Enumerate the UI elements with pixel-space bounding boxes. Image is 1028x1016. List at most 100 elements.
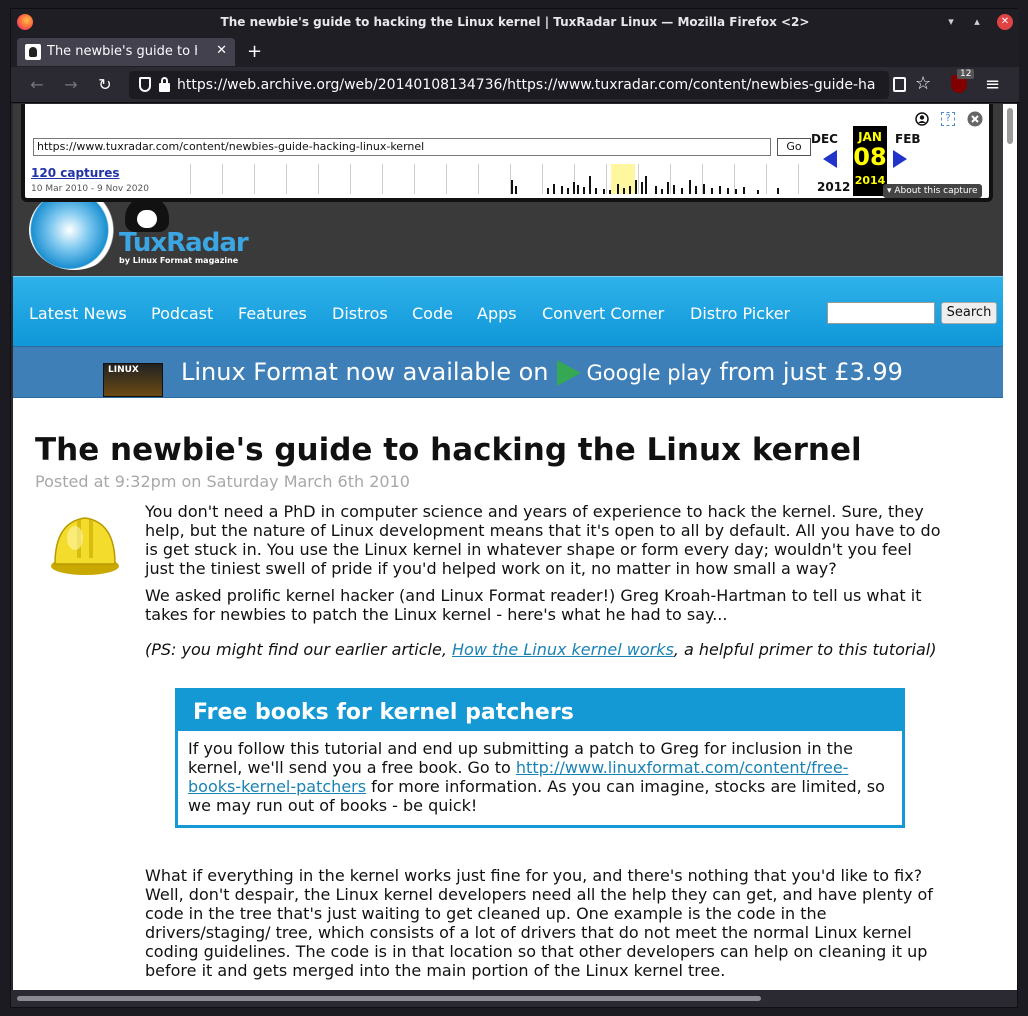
hamburger-menu-icon[interactable]: ≡ bbox=[985, 74, 1000, 95]
shield-icon[interactable] bbox=[139, 77, 151, 92]
vertical-scrollbar[interactable] bbox=[1003, 104, 1017, 990]
tux-favicon-icon bbox=[25, 44, 41, 60]
ps-text-pre: (PS: you might find our earlier article, bbox=[145, 640, 452, 659]
banner-text: Linux Format now available on Google play… bbox=[181, 358, 903, 386]
nav-code[interactable]: Code bbox=[412, 304, 453, 323]
nav-distro-picker[interactable]: Distro Picker bbox=[690, 304, 790, 323]
site-logo-text[interactable]: TuxRadar bbox=[119, 228, 249, 258]
intro-paragraph: You don't need a PhD in computer science… bbox=[145, 502, 941, 578]
captures-link[interactable]: 120 captures bbox=[31, 166, 120, 180]
capture-bar bbox=[553, 184, 555, 194]
capture-bar bbox=[595, 188, 597, 194]
capture-bar bbox=[623, 188, 625, 194]
capture-bar bbox=[547, 188, 549, 194]
capture-bar bbox=[511, 180, 513, 194]
capture-bar bbox=[695, 186, 697, 194]
capture-bar bbox=[689, 180, 691, 194]
capture-bar bbox=[635, 180, 637, 194]
reader-view-icon[interactable] bbox=[893, 77, 906, 92]
wayback-go-button[interactable]: Go bbox=[777, 138, 811, 156]
capture-sparkline[interactable] bbox=[159, 164, 813, 194]
prev-year-label[interactable]: 2012 bbox=[817, 180, 850, 194]
capture-bar bbox=[567, 188, 569, 194]
help-icon[interactable]: ? bbox=[941, 112, 955, 126]
capture-bar bbox=[719, 186, 721, 194]
hard-hat-icon bbox=[51, 517, 119, 575]
capture-bar bbox=[641, 182, 643, 194]
free-books-title: Free books for kernel patchers bbox=[178, 691, 902, 731]
next-month-label[interactable]: FEB bbox=[895, 132, 921, 146]
google-play-icon bbox=[556, 360, 581, 386]
site-nav: Latest News Podcast Features Distros Cod… bbox=[13, 276, 1003, 346]
tab-bar: The newbie's guide to hac ✕ + bbox=[11, 35, 1019, 67]
close-window-button[interactable]: ✕ bbox=[997, 14, 1013, 30]
window-title: The newbie's guide to hacking the Linux … bbox=[220, 15, 810, 29]
nav-apps[interactable]: Apps bbox=[477, 304, 517, 323]
tab-close-button[interactable]: ✕ bbox=[216, 43, 227, 58]
capture-bar bbox=[561, 186, 563, 194]
nav-bar: ← → ↻ https://web.archive.org/web/201401… bbox=[11, 67, 1019, 103]
capture-bar bbox=[515, 186, 517, 194]
capture-range: 10 Mar 2010 - 9 Nov 2020 bbox=[31, 184, 149, 194]
site-logo-subtitle: by Linux Format magazine bbox=[119, 256, 239, 265]
account-icon[interactable] bbox=[915, 112, 929, 126]
current-capture-date: JAN 08 2014 bbox=[853, 126, 887, 196]
capture-bar bbox=[609, 190, 611, 194]
url-bar[interactable]: https://web.archive.org/web/201401081347… bbox=[129, 71, 889, 99]
capture-bar bbox=[583, 187, 585, 194]
magazine-cover-label: LINUX bbox=[108, 365, 139, 375]
nav-features[interactable]: Features bbox=[238, 304, 307, 323]
vertical-scroll-thumb[interactable] bbox=[1007, 108, 1013, 144]
capture-bar bbox=[661, 189, 663, 194]
tab-active[interactable]: The newbie's guide to hac ✕ bbox=[17, 38, 235, 66]
reload-button[interactable]: ↻ bbox=[95, 75, 115, 94]
site-search-button[interactable]: Search bbox=[941, 302, 997, 324]
prev-capture-arrow-icon[interactable] bbox=[823, 150, 837, 168]
tuxradar-logo-icon[interactable] bbox=[29, 190, 119, 270]
horizontal-scrollbar[interactable] bbox=[13, 990, 1017, 1006]
staging-paragraph: What if everything in the kernel works j… bbox=[145, 866, 933, 980]
banner-post: from just £3.99 bbox=[719, 358, 903, 386]
close-toolbar-icon[interactable] bbox=[967, 111, 983, 127]
next-capture-arrow-icon[interactable] bbox=[893, 150, 907, 168]
promo-banner[interactable]: LINUX Linux Format now available on Googl… bbox=[13, 346, 1003, 398]
lock-icon[interactable] bbox=[159, 77, 170, 92]
post-date: Posted at 9:32pm on Saturday March 6th 2… bbox=[35, 472, 410, 491]
capture-bar bbox=[673, 185, 675, 194]
browser-window: The newbie's guide to hacking the Linux … bbox=[10, 8, 1019, 1008]
prev-month-label[interactable]: DEC bbox=[811, 132, 838, 146]
banner-pre: Linux Format now available on bbox=[181, 358, 549, 386]
horizontal-scroll-thumb[interactable] bbox=[17, 996, 761, 1001]
nav-latest-news[interactable]: Latest News bbox=[29, 304, 127, 323]
about-capture-button[interactable]: ▾ About this capture bbox=[883, 184, 982, 198]
capture-bar bbox=[711, 188, 713, 194]
capture-bar bbox=[777, 188, 779, 194]
capture-bar bbox=[573, 182, 575, 194]
kernel-works-link[interactable]: How the Linux kernel works bbox=[452, 640, 674, 659]
minimize-button[interactable]: ▾ bbox=[943, 14, 959, 30]
capture-bar bbox=[743, 187, 745, 194]
new-tab-button[interactable]: + bbox=[247, 41, 262, 62]
url-text[interactable]: https://web.archive.org/web/201401081347… bbox=[177, 77, 885, 93]
maximize-button[interactable]: ▴ bbox=[969, 14, 985, 30]
capture-bar bbox=[735, 189, 737, 194]
title-bar: The newbie's guide to hacking the Linux … bbox=[11, 9, 1019, 35]
bookmark-star-icon[interactable]: ☆ bbox=[915, 73, 931, 94]
current-month: JAN bbox=[858, 130, 882, 144]
banner-store: Google play bbox=[586, 361, 712, 385]
ublock-badge: 12 bbox=[957, 69, 975, 79]
nav-podcast[interactable]: Podcast bbox=[151, 304, 213, 323]
back-button[interactable]: ← bbox=[27, 75, 47, 94]
capture-bar bbox=[655, 186, 657, 194]
forward-button[interactable]: → bbox=[61, 75, 81, 94]
wayback-url-input[interactable]: https://www.tuxradar.com/content/newbies… bbox=[33, 138, 771, 156]
magazine-cover-image: LINUX bbox=[103, 363, 163, 397]
capture-bar bbox=[645, 176, 647, 194]
capture-bar bbox=[577, 185, 579, 194]
site-search-input[interactable] bbox=[827, 302, 935, 324]
capture-bar bbox=[757, 190, 759, 194]
nav-convert-corner[interactable]: Convert Corner bbox=[542, 304, 664, 323]
nav-distros[interactable]: Distros bbox=[332, 304, 388, 323]
tab-label: The newbie's guide to hac bbox=[47, 44, 197, 59]
capture-bar bbox=[617, 184, 619, 194]
